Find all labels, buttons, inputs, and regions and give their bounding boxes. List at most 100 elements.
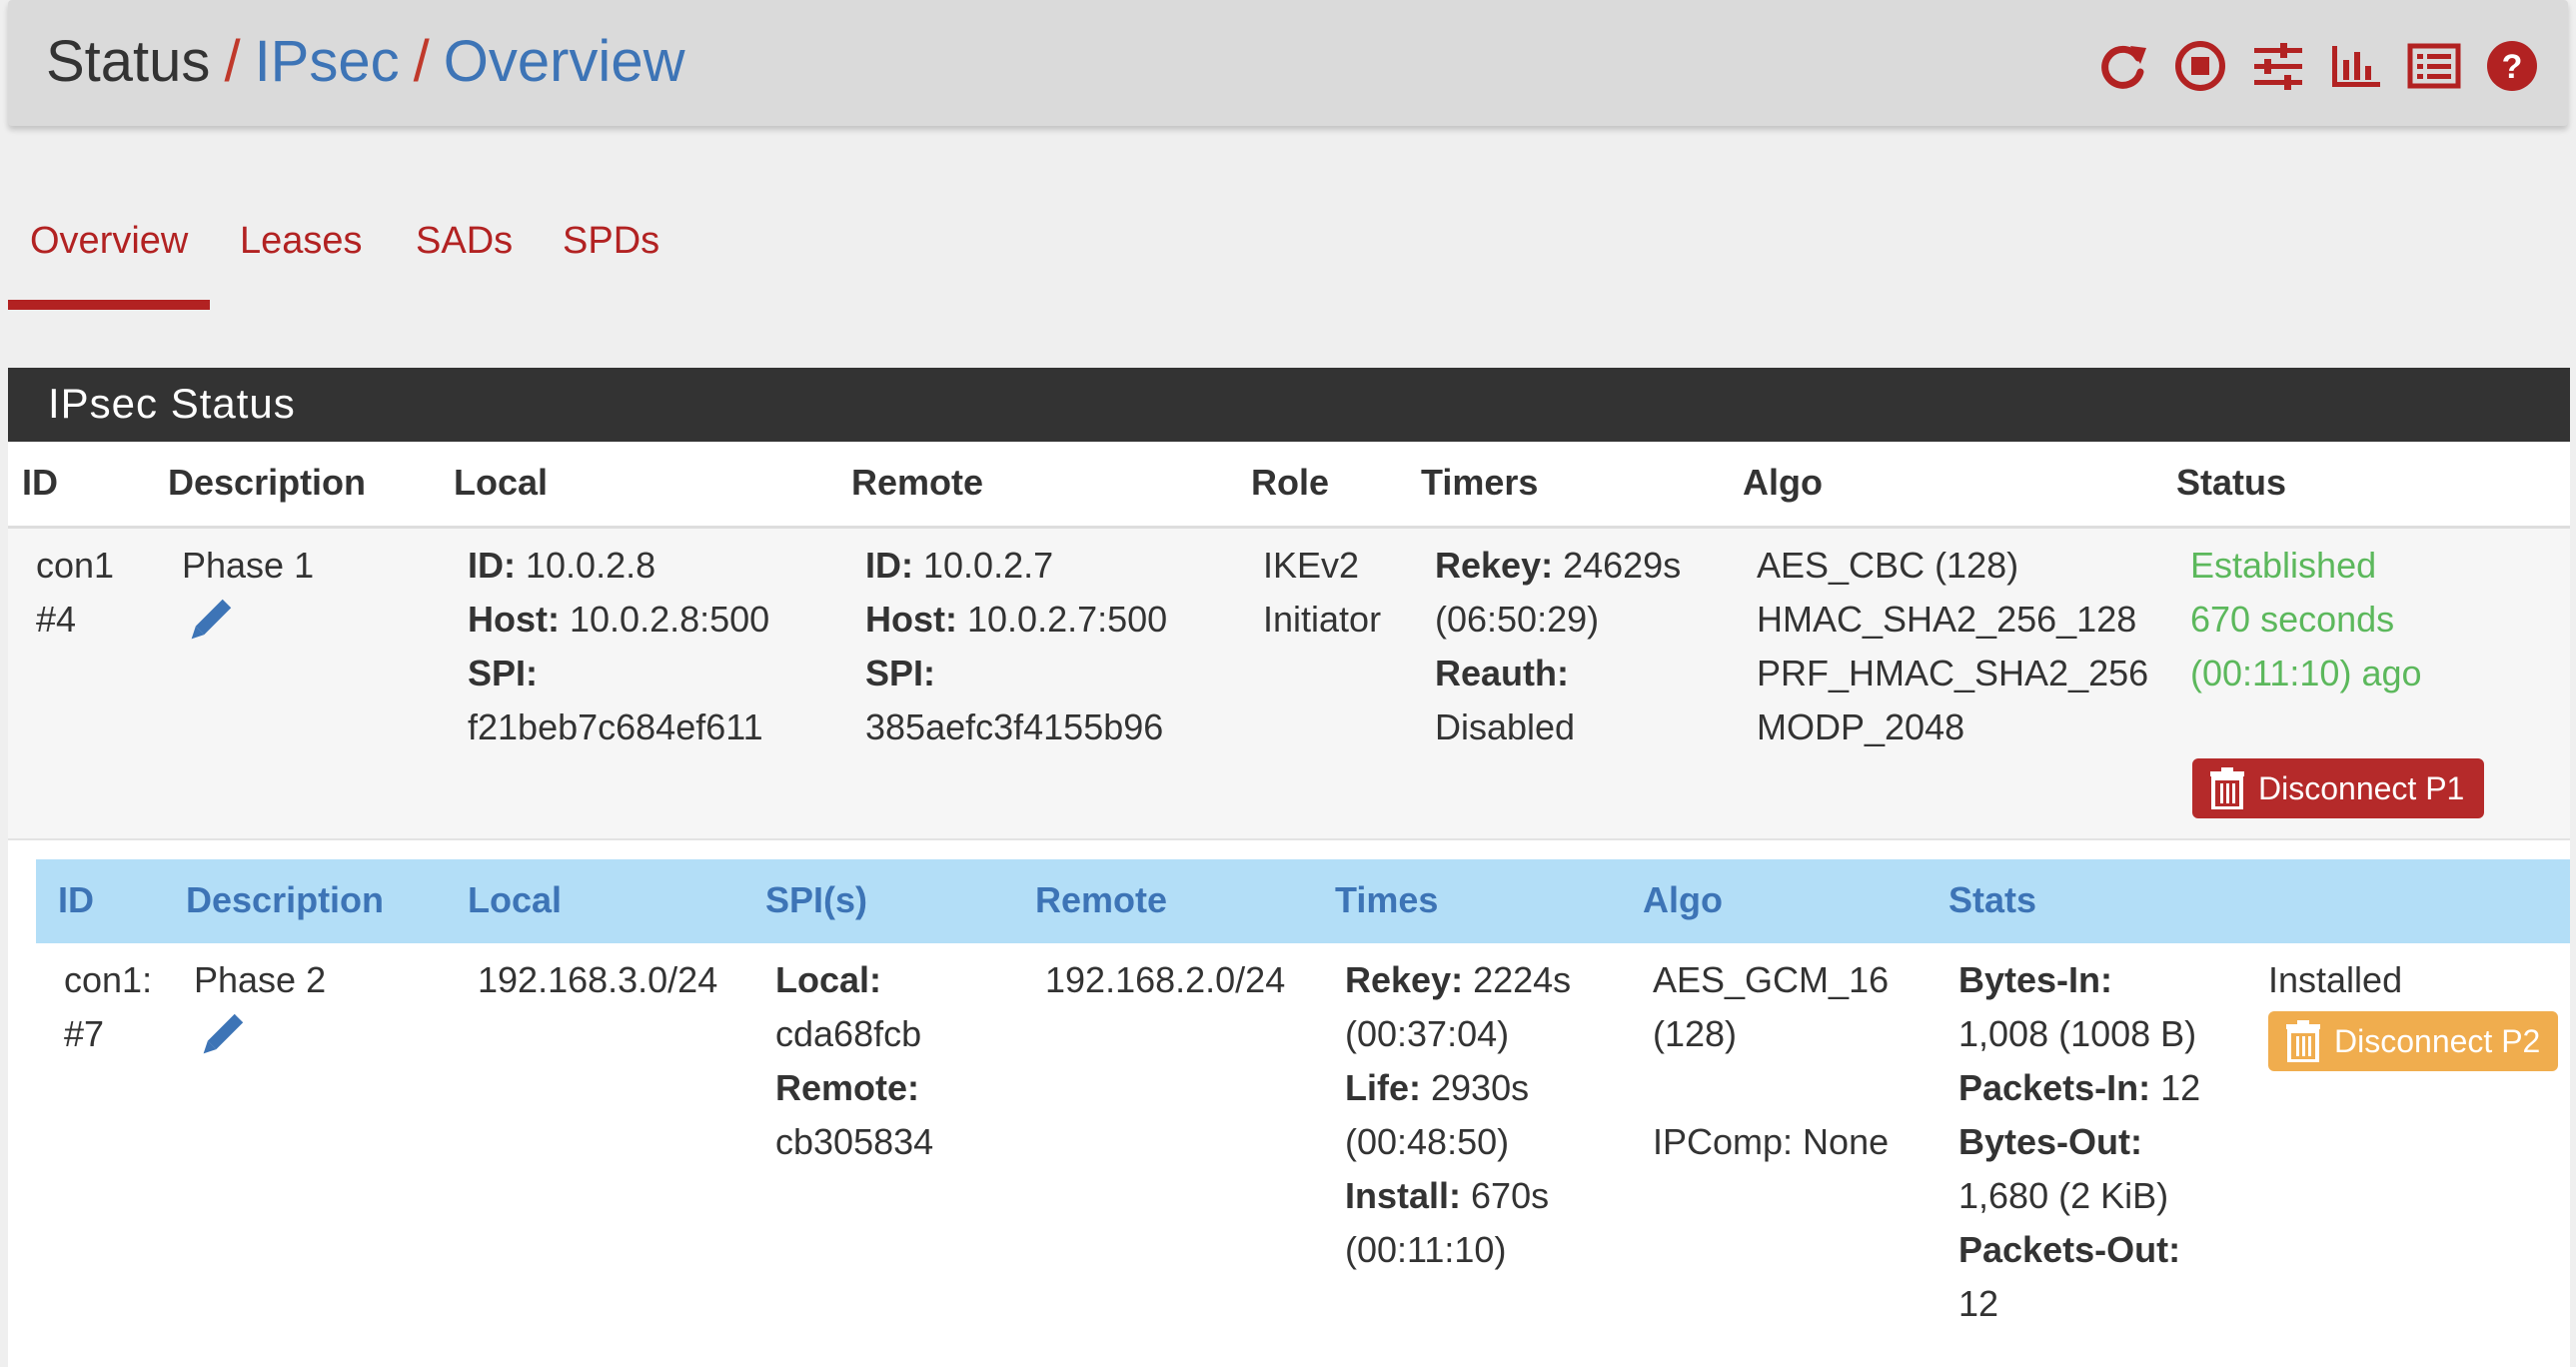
breadcrumb-separator: / <box>224 29 241 94</box>
p1-status: Established 670 seconds (00:11:10) ago <box>2190 539 2422 700</box>
p1-table-header: ID Description Local Remote Role Timers … <box>8 442 2570 529</box>
p2-install: 670s <box>1471 1175 1550 1216</box>
breadcrumb-overview[interactable]: Overview <box>444 29 685 94</box>
label-host: Host: <box>865 599 957 640</box>
svg-text:?: ? <box>2502 48 2523 86</box>
pencil-icon[interactable] <box>182 593 238 649</box>
p1-algo-hmac: HMAC_SHA2_256_128 <box>1757 599 2137 640</box>
label-packets-in: Packets-In: <box>1958 1067 2151 1108</box>
breadcrumb: Status / IPsec / Overview <box>46 28 684 95</box>
p1-status-seconds: 670 seconds <box>2190 599 2395 640</box>
page-header: Status / IPsec / Overview ? <box>8 0 2568 126</box>
col-algo: Algo <box>1743 462 1823 503</box>
p2-install-time: (00:11:10) <box>1345 1229 1507 1270</box>
p1-description: Phase 1 <box>182 539 314 664</box>
p2-algo: AES_GCM_16 (128) IPComp: None <box>1653 953 1889 1169</box>
p2-remote: 192.168.2.0/24 <box>1045 959 1286 1000</box>
list-icon[interactable] <box>2406 38 2462 94</box>
ipsec-status-panel: IPsec Status ID Description Local Remote… <box>8 368 2570 1367</box>
p2-spi-remote: cb305834 <box>775 1121 934 1162</box>
p2-times: Rekey: 2224s (00:37:04) Life: 2930s (00:… <box>1345 953 1571 1277</box>
p1-row: con1 #4 Phase 1 ID: 10.0.2.8 Host: 10.0.… <box>8 529 2570 840</box>
panel-heading: IPsec Status <box>8 368 2570 442</box>
col-status: Status <box>2176 462 2287 503</box>
col-id: ID <box>22 462 58 503</box>
label-spi: SPI: <box>865 653 936 693</box>
p1-role-version: IKEv2 <box>1263 545 1360 586</box>
p2-algo-cipher: AES_GCM_16 <box>1653 959 1890 1000</box>
p2-id-number: #7 <box>64 1013 105 1054</box>
breadcrumb-status: Status <box>46 29 211 94</box>
panel-title: IPsec Status <box>48 380 296 427</box>
disconnect-p1-button[interactable]: Disconnect P1 <box>2192 758 2484 818</box>
breadcrumb-separator: / <box>413 29 430 94</box>
refresh-icon[interactable] <box>2094 38 2150 94</box>
p2-col-local: Local <box>468 879 563 920</box>
p1-rekey-time: (06:50:29) <box>1435 599 1600 640</box>
p1-status-ago: (00:11:10) ago <box>2190 653 2422 693</box>
p2-life: 2930s <box>1431 1067 1530 1108</box>
tab-spds[interactable]: SPDs <box>563 220 659 263</box>
label-id: ID: <box>865 545 913 586</box>
p2-col-description: Description <box>186 879 385 920</box>
disconnect-p2-button[interactable]: Disconnect P2 <box>2268 1011 2558 1071</box>
label-local: Local: <box>775 959 882 1000</box>
p2-row: con1: #7 Phase 2 192.168.3.0/24 Local: c… <box>36 943 2570 1367</box>
p1-timers: Rekey: 24629s (06:50:29) Reauth: Disable… <box>1435 539 1681 754</box>
p2-col-times: Times <box>1335 879 1439 920</box>
p1-role: IKEv2 Initiator <box>1263 539 1381 647</box>
col-role: Role <box>1251 462 1330 503</box>
tab-leases[interactable]: Leases <box>240 220 363 263</box>
label-spi: SPI: <box>468 653 539 693</box>
p1-algo-prf: PRF_HMAC_SHA2_256 <box>1757 653 2149 693</box>
p2-col-spis: SPI(s) <box>765 879 868 920</box>
col-local: Local <box>454 462 549 503</box>
trash-icon <box>2286 1020 2320 1062</box>
p1-remote-id: 10.0.2.7 <box>923 545 1054 586</box>
sliders-icon[interactable] <box>2250 38 2306 94</box>
trash-icon <box>2210 767 2244 809</box>
label-bytes-in: Bytes-In: <box>1958 959 2113 1000</box>
p2-bytes-in: 1,008 (1008 B) <box>1958 1013 2197 1054</box>
label-id: ID: <box>468 545 516 586</box>
tab-overview[interactable]: Overview <box>30 220 188 263</box>
p1-remote-spi: 385aefc3f4155b96 <box>865 706 1164 747</box>
p2-spis: Local: cda68fcb Remote: cb305834 <box>775 953 933 1169</box>
p1-algo: AES_CBC (128) HMAC_SHA2_256_128 PRF_HMAC… <box>1757 539 2148 754</box>
p2-algo-ipcomp: IPComp: None <box>1653 1121 1890 1162</box>
p2-stats: Bytes-In: 1,008 (1008 B) Packets-In: 12 … <box>1958 953 2200 1331</box>
p2-life-time: (00:48:50) <box>1345 1121 1510 1162</box>
label-rekey: Rekey: <box>1435 545 1554 586</box>
p2-id-name: con1: <box>64 959 153 1000</box>
p2-col-stats: Stats <box>1948 879 2037 920</box>
p1-id: con1 #4 <box>36 539 114 647</box>
p1-local-host: 10.0.2.8:500 <box>570 599 770 640</box>
p2-rekey: 2224s <box>1473 959 1572 1000</box>
pencil-icon[interactable] <box>194 1007 250 1063</box>
p1-reauth: Disabled <box>1435 706 1576 747</box>
stop-icon[interactable] <box>2172 38 2228 94</box>
p2-algo-keysize: (128) <box>1653 1013 1738 1054</box>
p1-remote: ID: 10.0.2.7 Host: 10.0.2.7:500 SPI: 385… <box>865 539 1167 754</box>
p2-rekey-time: (00:37:04) <box>1345 1013 1510 1054</box>
header-toolbar: ? <box>2094 38 2540 94</box>
disconnect-p2-label: Disconnect P2 <box>2334 1022 2541 1059</box>
p1-local-id: 10.0.2.8 <box>526 545 656 586</box>
p1-id-name: con1 <box>36 545 115 586</box>
p2-bytes-out: 1,680 (2 KiB) <box>1958 1175 2169 1216</box>
tab-active-indicator <box>8 300 210 310</box>
label-packets-out: Packets-Out: <box>1958 1229 2181 1270</box>
help-icon[interactable]: ? <box>2484 38 2540 94</box>
label-host: Host: <box>468 599 560 640</box>
tab-sads[interactable]: SADs <box>416 220 513 263</box>
p2-col-remote: Remote <box>1035 879 1168 920</box>
bar-chart-icon[interactable] <box>2328 38 2384 94</box>
p1-local-spi: f21beb7c684ef611 <box>468 706 763 747</box>
p2-description-text: Phase 2 <box>194 959 327 1000</box>
col-timers: Timers <box>1421 462 1539 503</box>
label-rekey: Rekey: <box>1345 959 1464 1000</box>
p2-packets-out: 12 <box>1958 1283 1999 1324</box>
p1-rekey: 24629s <box>1563 545 1682 586</box>
breadcrumb-ipsec[interactable]: IPsec <box>255 29 400 94</box>
